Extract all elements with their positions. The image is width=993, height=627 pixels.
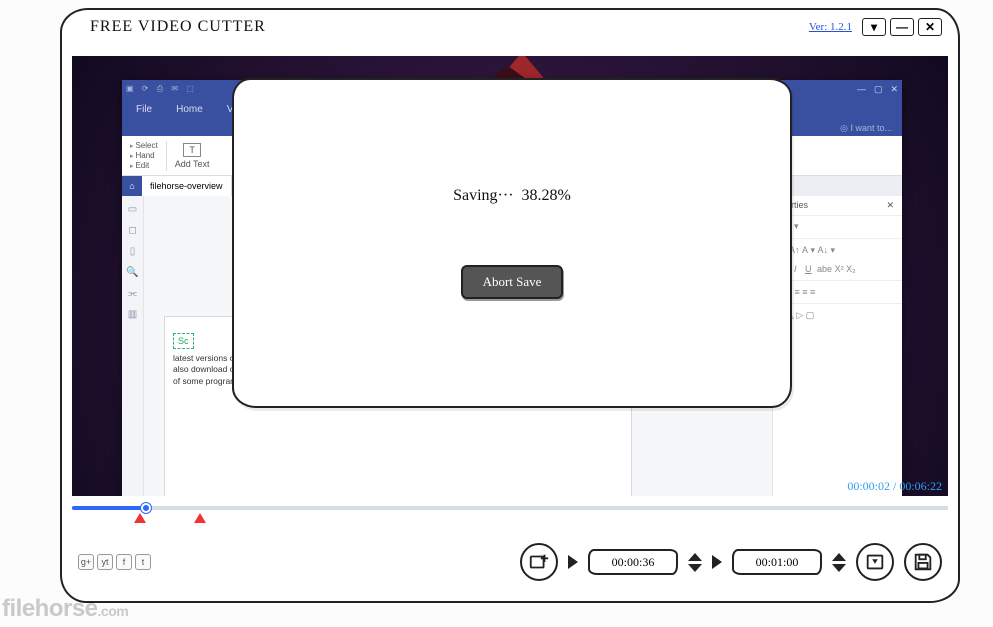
- tool-select: Select: [130, 141, 158, 150]
- saving-status-text: Saving··· 38.28%: [453, 187, 571, 205]
- play-end-button[interactable]: [712, 555, 722, 569]
- twitter-icon[interactable]: t: [135, 554, 151, 570]
- cut-end-stepper[interactable]: [832, 553, 846, 572]
- step-down-icon[interactable]: [688, 564, 702, 572]
- window-controls: ▾ — ✕: [862, 18, 942, 36]
- play-start-button[interactable]: [568, 555, 578, 569]
- step-up-icon[interactable]: [688, 553, 702, 561]
- cut-end-marker[interactable]: [194, 513, 206, 523]
- search-icon: 🔍: [126, 267, 138, 278]
- abort-save-button[interactable]: Abort Save: [461, 265, 564, 299]
- save-button[interactable]: [904, 543, 942, 581]
- watermark-tld: .com: [98, 603, 129, 619]
- app-window: FREE VIDEO CUTTER Ver: 1.2.1 ▾ — ✕ ▣ ⟳ ⎙…: [60, 8, 960, 603]
- cut-icon: [864, 551, 886, 573]
- dropdown-button[interactable]: ▾: [862, 18, 886, 36]
- tool-hand: Hand: [130, 151, 158, 160]
- add-region-button[interactable]: [520, 543, 558, 581]
- cut-start-marker[interactable]: [134, 513, 146, 523]
- bottom-controls: g+ yt f t 00:00:36 00:01:00: [72, 534, 948, 590]
- saving-percent: 38.28%: [522, 187, 571, 204]
- facebook-icon[interactable]: f: [116, 554, 132, 570]
- saving-prefix: Saving···: [453, 187, 513, 204]
- saving-dialog: Saving··· 38.28% Abort Save: [232, 78, 792, 408]
- app-title: FREE VIDEO CUTTER: [90, 18, 809, 36]
- menu-home: Home: [176, 104, 203, 115]
- timeline-track[interactable]: [72, 506, 948, 510]
- embedded-window-controls: —▢✕: [857, 80, 898, 98]
- time-display: 00:00:02 / 00:06:22: [847, 479, 942, 494]
- bookmark2-icon: ▯: [130, 246, 136, 257]
- home-tab-icon: ⌂: [122, 176, 142, 196]
- tool-add-text-label: Add Text: [175, 159, 210, 169]
- watermark-name: filehorse: [2, 595, 98, 622]
- tool-add-text: T Add Text: [175, 143, 210, 169]
- step-up-icon[interactable]: [832, 553, 846, 561]
- i-want-to-link: ◎ I want to...: [840, 123, 892, 134]
- cut-start-input[interactable]: 00:00:36: [588, 549, 678, 575]
- embedded-left-rail: ▭ ◻ ▯ 🔍 ⫘ ▥: [122, 196, 144, 496]
- quick-access-icons: ▣ ⟳ ⎙ ✉ ⬚: [126, 80, 197, 98]
- close-panel-icon: ✕: [886, 200, 894, 211]
- timeline-handle[interactable]: [141, 503, 151, 513]
- cut-end-input[interactable]: 00:01:00: [732, 549, 822, 575]
- video-preview: ▣ ⟳ ⎙ ✉ ⬚ PDFelement 6 Professional —▢✕ …: [72, 56, 948, 496]
- panel-icon: ▥: [128, 309, 137, 320]
- thumbs-icon: ▭: [128, 204, 137, 215]
- timeline-progress: [72, 506, 144, 510]
- document-tab: filehorse-overview: [142, 176, 232, 196]
- social-links: g+ yt f t: [78, 554, 151, 570]
- timeline[interactable]: [72, 500, 948, 526]
- cut-start-stepper[interactable]: [688, 553, 702, 572]
- title-bar: FREE VIDEO CUTTER Ver: 1.2.1 ▾ — ✕: [62, 10, 958, 40]
- doc-selected-text: Sc: [173, 333, 194, 349]
- tool-edit: Edit: [130, 161, 158, 170]
- version-link[interactable]: Ver: 1.2.1: [809, 21, 852, 33]
- minimize-button[interactable]: —: [890, 18, 914, 36]
- cut-button[interactable]: [856, 543, 894, 581]
- googleplus-icon[interactable]: g+: [78, 554, 94, 570]
- bookmark-icon: ◻: [128, 225, 136, 236]
- attach-icon: ⫘: [128, 288, 137, 299]
- step-down-icon[interactable]: [832, 564, 846, 572]
- add-region-icon: [528, 551, 550, 573]
- menu-file: File: [136, 104, 152, 115]
- watermark: filehorse.com: [2, 595, 128, 623]
- close-button[interactable]: ✕: [918, 18, 942, 36]
- youtube-icon[interactable]: yt: [97, 554, 113, 570]
- save-icon: [912, 551, 934, 573]
